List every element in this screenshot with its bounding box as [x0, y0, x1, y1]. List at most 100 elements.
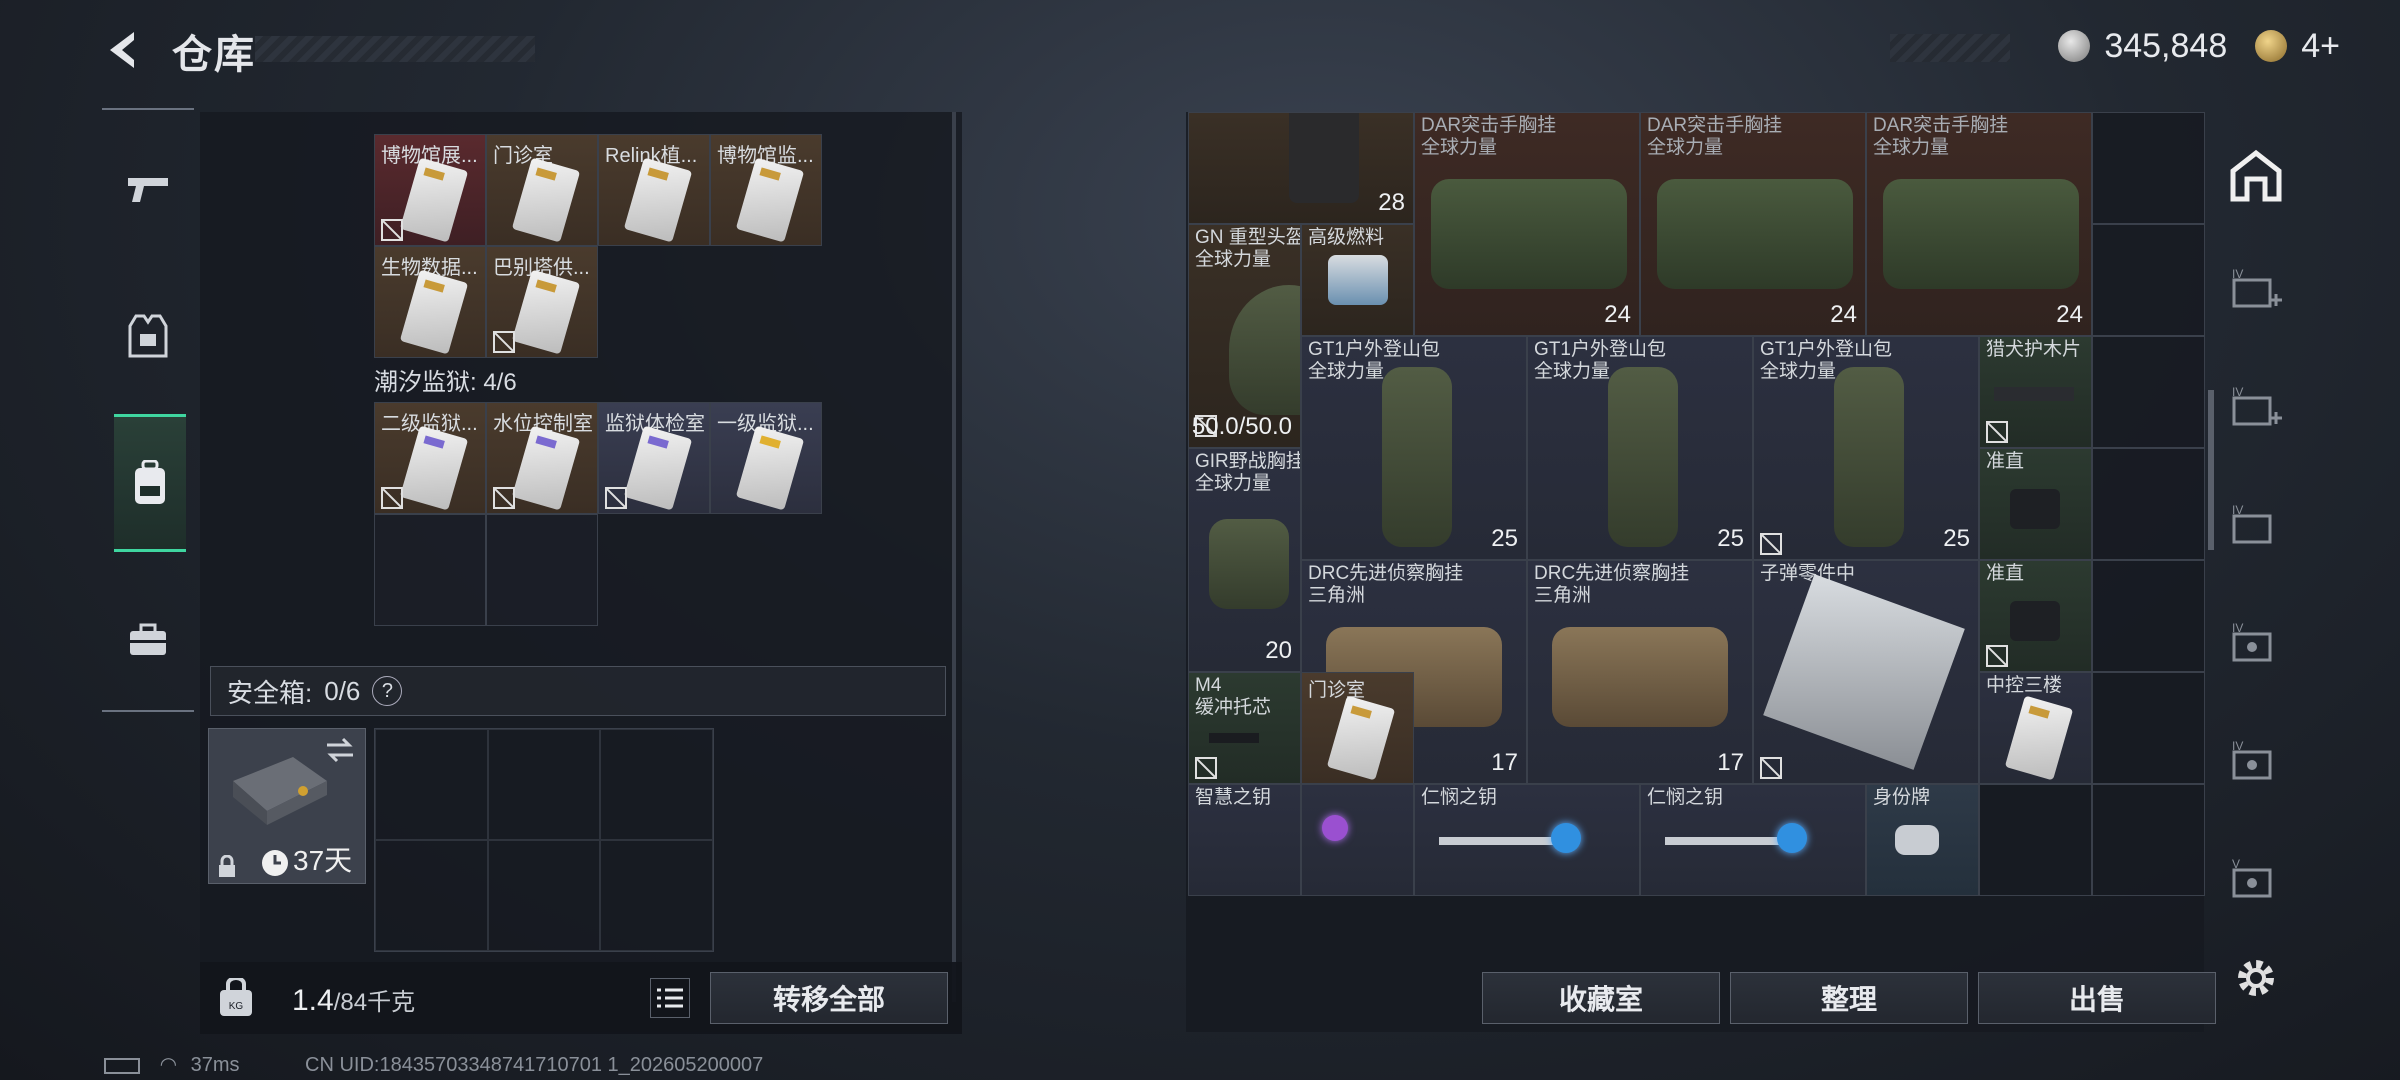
empty-slot[interactable]	[2092, 112, 2205, 224]
inventory-item-gt1-1[interactable]: GT1户外登山包 全球力量 25	[1301, 336, 1527, 560]
inventory-item-key-wisdom[interactable]: 智慧之钥	[1188, 784, 1301, 896]
inventory-item-dar-2[interactable]: DAR突击手胸挂 全球力量 24	[1640, 112, 1866, 336]
settings-button[interactable]	[2228, 950, 2284, 1006]
keycard-icon	[1326, 695, 1396, 781]
safe-case-icon	[233, 757, 327, 825]
unlock-icon	[1760, 533, 1782, 555]
storage-expand-6[interactable]: V	[2228, 852, 2284, 908]
safe-slot[interactable]	[487, 729, 601, 840]
backpack-image	[1834, 367, 1904, 547]
safe-box[interactable]: 37天	[208, 728, 366, 884]
inventory-item-sight-1[interactable]: 准直	[1979, 448, 2092, 560]
inventory-item-key-mercy-2[interactable]: 仁悯之钥	[1640, 784, 1866, 896]
house-icon	[2230, 149, 2282, 202]
key-slot[interactable]: 一级监狱...	[710, 402, 822, 514]
inventory-item-dogtag[interactable]: 身份牌	[1866, 784, 1979, 896]
inventory-item-gir[interactable]: GIR野战胸挂 全球力量 20	[1188, 448, 1301, 672]
key-slot[interactable]: 博物馆展...	[374, 134, 486, 246]
list-view-button[interactable]	[650, 978, 690, 1018]
empty-slot[interactable]	[1979, 784, 2092, 896]
inventory-item-gt1-3[interactable]: GT1户外登山包 全球力量 25	[1753, 336, 1979, 560]
storage-expand-5[interactable]: IV	[2228, 734, 2284, 790]
keycard-icon	[399, 269, 469, 355]
safe-slot[interactable]	[375, 840, 488, 951]
rail-backpack[interactable]	[114, 414, 186, 552]
gem-icon	[1322, 815, 1348, 841]
empty-slot[interactable]	[374, 514, 486, 626]
key-slot[interactable]: 生物数据...	[374, 246, 486, 358]
inventory-item-vest-top[interactable]: 28	[1188, 112, 1414, 224]
inventory-item-helmet[interactable]: GN 重型头盔 全球力量 50.0/50.0	[1188, 224, 1301, 448]
empty-slot[interactable]	[486, 514, 598, 626]
inventory-item-dar-1[interactable]: DAR突击手胸挂 全球力量 24	[1414, 112, 1640, 336]
inventory-item-m4-buffer[interactable]: M4 缓冲托芯	[1188, 672, 1301, 784]
rail-toolbox[interactable]	[102, 594, 194, 686]
svg-text:KG: KG	[229, 1001, 244, 1012]
rail-weapon[interactable]	[102, 144, 194, 236]
storage-expand-3[interactable]: IV	[2228, 498, 2284, 554]
inventory-grid: 28 DAR突击手胸挂 全球力量 24 DAR突击手胸挂 全球力量 24 DAR突击…	[1188, 112, 2205, 1008]
empty-slot[interactable]	[2092, 224, 2205, 336]
key-slot[interactable]: 门诊室	[486, 134, 598, 246]
rail-armor[interactable]	[102, 290, 194, 382]
unlock-icon	[493, 331, 515, 353]
safe-box-grid	[374, 728, 714, 952]
inventory-item-key-mercy-1[interactable]: 仁悯之钥	[1414, 784, 1640, 896]
backpack-image	[1608, 367, 1678, 547]
safe-slot[interactable]	[487, 840, 601, 951]
key-slot[interactable]: 巴别塔供...	[486, 246, 598, 358]
transfer-all-button[interactable]: 转移全部	[710, 972, 948, 1024]
storage-expand-4[interactable]: IV	[2228, 616, 2284, 672]
inventory-item-ammo-parts[interactable]: 子弹零件中	[1753, 560, 1979, 784]
empty-slot[interactable]	[2092, 672, 2205, 784]
key-slot[interactable]: Relink植...	[598, 134, 710, 246]
title-decoration	[255, 36, 535, 62]
chest-rig-image	[1657, 179, 1853, 289]
chest-rig-image	[1883, 179, 2079, 289]
inventory-item-drc-2[interactable]: DRC先进侦察胸挂 三角洲 17	[1527, 560, 1753, 784]
safe-box-bar: 安全箱: 0/6 ?	[210, 666, 946, 716]
inventory-item-sight-2[interactable]: 准直	[1979, 560, 2092, 672]
sort-button[interactable]: 整理	[1730, 972, 1968, 1024]
key-slot[interactable]: 二级监狱...	[374, 402, 486, 514]
unlock-icon	[1195, 757, 1217, 779]
inventory-item-handguard[interactable]: 猎犬护木片	[1979, 336, 2092, 448]
keycard-icon	[623, 425, 693, 511]
empty-slot[interactable]	[2092, 560, 2205, 672]
uid-text: CN UID:18435703348741710701 1_2026052000…	[305, 1054, 764, 1076]
ticket-count: 4+	[2301, 26, 2340, 65]
safe-slot[interactable]	[600, 840, 713, 951]
key-grid-2: 二级监狱... 水位控制室 监狱体检室 一级监狱...	[374, 402, 822, 626]
inventory-item-dar-3[interactable]: DAR突击手胸挂 全球力量 24	[1866, 112, 2092, 336]
scrollbar[interactable]	[952, 112, 956, 1002]
vest-image	[1289, 113, 1359, 203]
key-slot[interactable]: 监狱体检室	[598, 402, 710, 514]
chest-rig-image	[1552, 627, 1728, 727]
inventory-item-clinic[interactable]: 门诊室	[1301, 672, 1414, 784]
currency-decoration	[1890, 34, 2010, 62]
collection-button[interactable]: 收藏室	[1482, 972, 1720, 1024]
storage-home-button[interactable]	[2228, 148, 2284, 204]
help-button[interactable]: ?	[372, 676, 403, 706]
storage-expand-2[interactable]: IV	[2228, 380, 2284, 436]
safe-slot[interactable]	[375, 729, 488, 840]
svg-text:IV: IV	[2232, 504, 2243, 517]
inventory-item-gt1-2[interactable]: GT1户外登山包 全球力量 25	[1527, 336, 1753, 560]
back-button[interactable]	[100, 26, 148, 74]
storage-lock-icon: IV	[2232, 622, 2272, 662]
key-slot[interactable]: 博物馆监...	[710, 134, 822, 246]
key-slot[interactable]: 水位控制室	[486, 402, 598, 514]
empty-slot[interactable]	[2092, 784, 2205, 896]
sell-button[interactable]: 出售	[1978, 972, 2216, 1024]
toolbox-icon	[130, 623, 166, 655]
svg-text:IV: IV	[2232, 622, 2243, 635]
empty-slot[interactable]	[2092, 448, 2205, 560]
inventory-item-key-wisdom-end[interactable]	[1301, 784, 1414, 896]
chest-rig-image	[1431, 179, 1627, 289]
empty-slot[interactable]	[2092, 336, 2205, 448]
inventory-item-central-key[interactable]: 中控三楼	[1979, 672, 2092, 784]
sight-image	[2010, 489, 2060, 529]
storage-expand-1[interactable]: IV	[2228, 262, 2284, 318]
safe-slot[interactable]	[600, 729, 713, 840]
inventory-item-fuel[interactable]: 高级燃料	[1301, 224, 1414, 336]
